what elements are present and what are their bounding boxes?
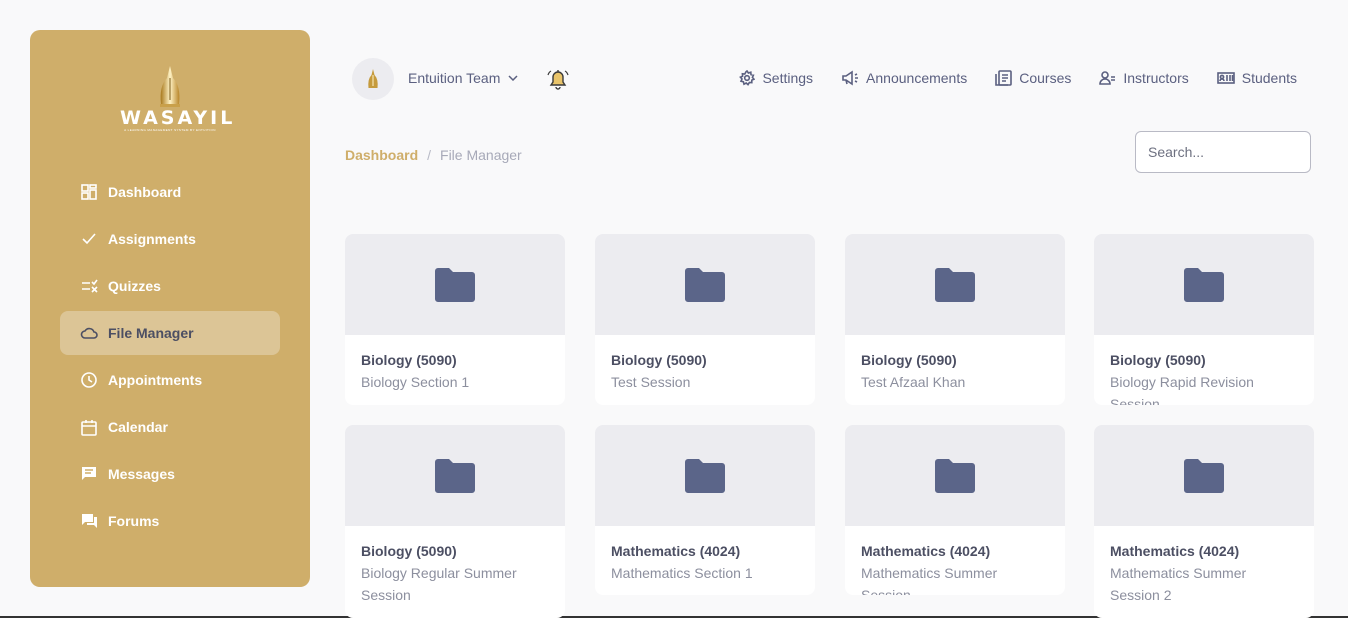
sidebar-nav: Dashboard Assignments Quizzes File Manag… [60, 170, 280, 546]
nav-announcements-label: Announcements [866, 70, 968, 86]
sidebar-item-messages[interactable]: Messages [60, 452, 280, 496]
forum-icon [80, 512, 98, 530]
folder-thumbnail [1094, 425, 1314, 526]
sidebar-item-file-manager[interactable]: File Manager [60, 311, 280, 355]
folder-subtitle: Mathematics Summer Session 2 [1110, 565, 1247, 603]
calendar-icon [80, 418, 98, 436]
folder-thumbnail [595, 234, 815, 335]
folder-icon [685, 458, 725, 493]
nav-settings-label: Settings [762, 70, 814, 86]
folder-thumbnail [345, 234, 565, 335]
sidebar-item-label: Appointments [108, 372, 203, 388]
folder-thumbnail [595, 425, 815, 526]
nav-courses-label: Courses [1019, 70, 1072, 86]
folder-subtitle: Mathematics Summer Session [861, 565, 998, 595]
folder-subtitle: Biology Rapid Revision Session [1110, 374, 1254, 405]
nav-instructors[interactable]: Instructors [1099, 70, 1189, 86]
breadcrumb-dashboard[interactable]: Dashboard [345, 147, 418, 163]
folder-thumbnail [345, 425, 565, 526]
folder-icon [435, 458, 475, 493]
folder-subtitle: Test Afzaal Khan [861, 374, 966, 390]
check-icon [80, 230, 98, 248]
breadcrumb: Dashboard / File Manager [345, 147, 522, 163]
folder-title: Biology (5090) [361, 352, 457, 368]
folder-icon [435, 267, 475, 302]
folder-subtitle: Test Session [611, 374, 691, 390]
folder-title: Biology (5090) [361, 543, 457, 559]
nav-students-label: Students [1241, 70, 1297, 86]
folder-card[interactable]: Mathematics (4024) Mathematics Section 1 [595, 425, 815, 595]
folder-subtitle: Biology Regular Summer Session [361, 565, 517, 603]
students-icon [1216, 72, 1235, 84]
folder-icon [1184, 267, 1224, 302]
folder-thumbnail [845, 234, 1065, 335]
sidebar-item-forums[interactable]: Forums [60, 499, 280, 543]
folder-card[interactable]: Biology (5090) Biology Section 1 [345, 234, 565, 405]
cloud-icon [80, 324, 98, 342]
folder-card[interactable]: Biology (5090) Biology Regular Summer Se… [345, 425, 565, 618]
sidebar-item-quizzes[interactable]: Quizzes [60, 264, 280, 308]
sidebar-item-label: Calendar [108, 419, 168, 435]
folder-title: Biology (5090) [861, 352, 957, 368]
megaphone-icon [842, 70, 859, 86]
brand-tagline: A LEARNING MANAGEMENT SYSTEM BY ENTUITIO… [124, 128, 216, 132]
folder-card[interactable]: Biology (5090) Test Session [595, 234, 815, 405]
nav-settings[interactable]: Settings [739, 70, 813, 86]
sidebar-item-dashboard[interactable]: Dashboard [60, 170, 280, 214]
nav-instructors-label: Instructors [1123, 70, 1189, 86]
folder-icon [935, 458, 975, 493]
book-icon [995, 70, 1013, 86]
team-switcher[interactable]: Entuition Team [408, 70, 518, 86]
brand-wordmark: WASAYIL [120, 107, 236, 129]
folder-icon [685, 267, 725, 302]
folder-title: Biology (5090) [611, 352, 707, 368]
sidebar-item-label: Quizzes [108, 278, 161, 294]
dashboard-icon [80, 183, 98, 201]
folder-title: Mathematics (4024) [1110, 543, 1240, 559]
folder-subtitle: Mathematics Section 1 [611, 565, 753, 581]
message-icon [80, 465, 98, 483]
team-name-label: Entuition Team [408, 70, 501, 86]
search-input[interactable] [1135, 131, 1311, 173]
instructor-icon [1099, 71, 1116, 85]
quiz-list-icon [80, 277, 98, 295]
sidebar-item-label: Assignments [108, 231, 196, 247]
nav-courses[interactable]: Courses [995, 70, 1071, 86]
team-avatar[interactable] [352, 58, 394, 100]
folder-subtitle: Biology Section 1 [361, 374, 470, 390]
sidebar-item-appointments[interactable]: Appointments [60, 358, 280, 402]
pen-nib-logo-icon [368, 69, 378, 88]
pen-nib-logo-icon [160, 66, 180, 107]
top-nav: Settings Announcements Courses Instructo… [739, 70, 1297, 86]
brand-logo[interactable]: WASAYIL A LEARNING MANAGEMENT SYSTEM BY … [120, 64, 236, 136]
folder-icon [935, 267, 975, 302]
sidebar-item-label: File Manager [108, 325, 194, 341]
breadcrumb-separator: / [427, 147, 432, 163]
sidebar: WASAYIL A LEARNING MANAGEMENT SYSTEM BY … [30, 30, 310, 587]
sidebar-item-label: Forums [108, 513, 160, 529]
folder-title: Biology (5090) [1110, 352, 1206, 368]
folder-thumbnail [845, 425, 1065, 526]
folder-title: Mathematics (4024) [611, 543, 741, 559]
folder-thumbnail [1094, 234, 1314, 335]
folder-title: Mathematics (4024) [861, 543, 991, 559]
sidebar-item-assignments[interactable]: Assignments [60, 217, 280, 261]
nav-students[interactable]: Students [1216, 70, 1297, 86]
breadcrumb-current: File Manager [440, 147, 522, 163]
sidebar-item-label: Dashboard [108, 184, 182, 200]
folder-card[interactable]: Mathematics (4024) Mathematics Summer Se… [1094, 425, 1314, 618]
folder-icon [1184, 458, 1224, 493]
clock-icon [80, 371, 98, 389]
sidebar-item-calendar[interactable]: Calendar [60, 405, 280, 449]
folder-card[interactable]: Biology (5090) Biology Rapid Revision Se… [1094, 234, 1314, 405]
chevron-down-icon [508, 75, 518, 81]
folder-card[interactable]: Mathematics (4024) Mathematics Summer Se… [845, 425, 1065, 595]
gear-icon [739, 70, 756, 86]
bell-icon[interactable] [546, 67, 570, 91]
sidebar-item-label: Messages [108, 466, 175, 482]
nav-announcements[interactable]: Announcements [841, 70, 967, 86]
folder-card[interactable]: Biology (5090) Test Afzaal Khan [845, 234, 1065, 405]
